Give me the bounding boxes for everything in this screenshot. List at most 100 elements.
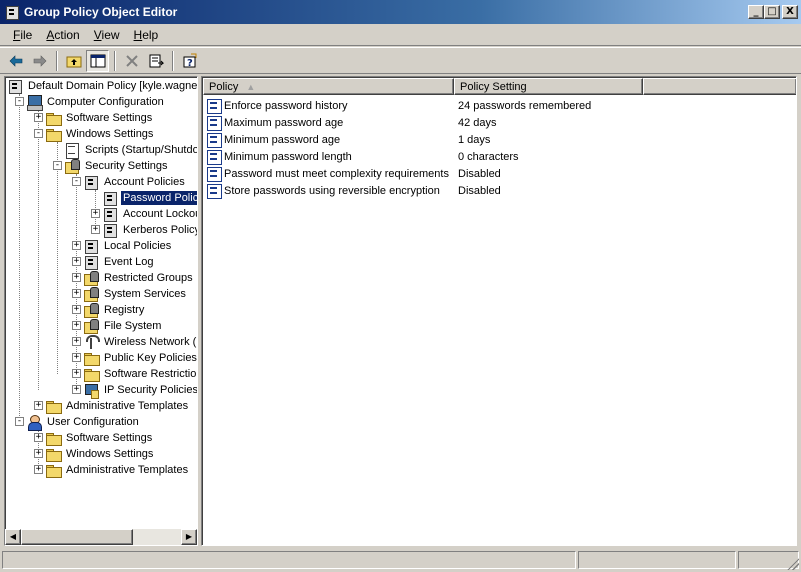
tree-item-restricted-groups[interactable]: + Restricted Groups: [7, 270, 197, 286]
list-row[interactable]: Enforce password history 24 passwords re…: [203, 97, 796, 114]
policy-icon: [83, 174, 99, 190]
list-row[interactable]: Password must meet complexity requiremen…: [203, 165, 796, 182]
list-row[interactable]: Maximum password age 42 days: [203, 114, 796, 131]
expand-toggle[interactable]: +: [34, 449, 43, 458]
menu-view-label: iew: [101, 28, 120, 42]
sort-ascending-icon: ▲: [246, 82, 256, 92]
tree-item-user-windows-settings[interactable]: + Windows Settings: [7, 446, 197, 462]
column-header-policy[interactable]: Policy ▲: [203, 78, 454, 95]
menu-view[interactable]: View: [87, 26, 127, 44]
expand-toggle[interactable]: +: [72, 321, 81, 330]
delete-icon: [125, 54, 138, 67]
expand-toggle[interactable]: +: [34, 113, 43, 122]
expand-toggle[interactable]: +: [34, 433, 43, 442]
menu-action[interactable]: Action: [39, 26, 86, 44]
maximize-button[interactable]: □: [764, 5, 780, 19]
resize-grip[interactable]: [787, 558, 799, 570]
tree-item-label: Computer Configuration: [47, 96, 164, 108]
tree-item-public-key-policies[interactable]: + Public Key Policies: [7, 350, 197, 366]
details-pane[interactable]: Policy ▲ Policy Setting Enforce password …: [201, 76, 797, 546]
column-header-filler: [643, 78, 796, 95]
tree-item-file-system[interactable]: + File System: [7, 318, 197, 334]
show-hide-tree-button[interactable]: [86, 49, 109, 72]
tree-item-administrative-templates[interactable]: + Administrative Templates: [7, 398, 197, 414]
tree-item-windows-settings[interactable]: - Windows Settings: [7, 126, 197, 142]
tree-item-security-settings[interactable]: - Security Settings: [7, 158, 197, 174]
tree-item-account-lockout-policy[interactable]: + Account Lockou: [7, 206, 197, 222]
collapse-toggle[interactable]: -: [15, 97, 24, 106]
policy-setting-value: 42 days: [458, 116, 497, 129]
title-bar[interactable]: Group Policy Object Editor _ □ X: [0, 0, 801, 24]
menu-file[interactable]: File: [6, 26, 39, 44]
collapse-toggle[interactable]: -: [53, 161, 62, 170]
list-row[interactable]: Minimum password length 0 characters: [203, 148, 796, 165]
tree-item-wireless-network[interactable]: + Wireless Network (I: [7, 334, 197, 350]
tree-item-label: Event Log: [104, 256, 154, 268]
tree-item-event-log[interactable]: + Event Log: [7, 254, 197, 270]
menu-bar: File Action View Help: [0, 25, 801, 46]
tree-item-registry[interactable]: + Registry: [7, 302, 197, 318]
tree-item-user-administrative-templates[interactable]: + Administrative Templates: [7, 462, 197, 478]
tree-item-scripts[interactable]: Scripts (Startup/Shutdo: [7, 142, 197, 159]
menu-help[interactable]: Help: [127, 26, 166, 44]
tree-item-software-restriction-policies[interactable]: + Software Restrictio: [7, 366, 197, 382]
expand-toggle[interactable]: +: [34, 401, 43, 410]
scroll-left-button[interactable]: ◀: [5, 529, 21, 545]
folder-icon: [45, 126, 62, 142]
close-button[interactable]: X: [782, 5, 798, 19]
scroll-right-button[interactable]: ▶: [181, 529, 197, 545]
status-bar: [0, 549, 801, 572]
tree-item-user-configuration[interactable]: - User Configuration: [7, 414, 197, 431]
expand-toggle[interactable]: +: [72, 241, 81, 250]
policy-setting-icon: [206, 132, 222, 148]
expand-toggle[interactable]: +: [72, 289, 81, 298]
tree-item-user-software-settings[interactable]: + Software Settings: [7, 430, 197, 446]
policy-list: Enforce password history 24 passwords re…: [203, 97, 796, 199]
tree-item-local-policies[interactable]: + Local Policies: [7, 238, 197, 254]
folder-icon: [83, 350, 100, 366]
group-policy-app-icon[interactable]: [4, 4, 20, 20]
policy-name: Minimum password length: [224, 150, 352, 163]
list-row[interactable]: Minimum password age 1 days: [203, 131, 796, 148]
collapse-toggle[interactable]: -: [72, 177, 81, 186]
up-one-level-button[interactable]: [62, 50, 85, 72]
expand-toggle[interactable]: +: [72, 273, 81, 282]
expand-toggle[interactable]: +: [72, 305, 81, 314]
expand-toggle[interactable]: +: [34, 465, 43, 474]
tree-item-label: Administrative Templates: [66, 400, 189, 412]
policy-setting-value: Disabled: [458, 184, 501, 197]
tree-horizontal-scrollbar[interactable]: ◀ ▶: [5, 529, 197, 545]
tree-item-default-domain-policy[interactable]: Default Domain Policy [kyle.wagner: [7, 78, 197, 94]
minimize-button[interactable]: _: [748, 5, 764, 19]
tree-item-account-policies[interactable]: - Account Policies: [7, 174, 197, 190]
list-row[interactable]: Store passwords using reversible encrypt…: [203, 182, 796, 199]
policy-setting-value: Disabled: [458, 167, 501, 180]
expand-toggle[interactable]: +: [72, 337, 81, 346]
tree-item-kerberos-policy[interactable]: + Kerberos Policy: [7, 222, 197, 238]
menu-view-accel: V: [93, 28, 102, 42]
expand-toggle[interactable]: +: [91, 225, 100, 234]
forward-button[interactable]: [28, 50, 51, 72]
console-tree-pane[interactable]: Default Domain Policy [kyle.wagner - Com…: [4, 76, 198, 546]
expand-toggle[interactable]: +: [72, 353, 81, 362]
tree-item-label: User Configuration: [47, 416, 139, 428]
tree-item-ip-security-policies[interactable]: + IP Security Policies: [7, 382, 197, 399]
export-list-button[interactable]: [144, 50, 167, 72]
tree-item-system-services[interactable]: + System Services: [7, 286, 197, 302]
collapse-toggle[interactable]: -: [34, 129, 43, 138]
tree-item-computer-configuration[interactable]: - Computer Configuration: [7, 94, 197, 111]
back-button[interactable]: [4, 50, 27, 72]
scrollbar-thumb[interactable]: [21, 529, 133, 545]
scrollbar-track[interactable]: [21, 529, 181, 545]
collapse-toggle[interactable]: -: [15, 417, 24, 426]
tree-item-software-settings[interactable]: + Software Settings: [7, 110, 197, 126]
expand-toggle[interactable]: +: [72, 257, 81, 266]
expand-toggle[interactable]: +: [72, 369, 81, 378]
help-button[interactable]: ?: [178, 50, 201, 72]
column-header-policy-setting[interactable]: Policy Setting: [454, 78, 643, 95]
tree-item-password-policy[interactable]: Password Policy: [7, 190, 197, 206]
delete-button[interactable]: [120, 50, 143, 72]
expand-toggle[interactable]: +: [91, 209, 100, 218]
expand-toggle[interactable]: +: [72, 385, 81, 394]
computer-icon: [26, 94, 43, 111]
